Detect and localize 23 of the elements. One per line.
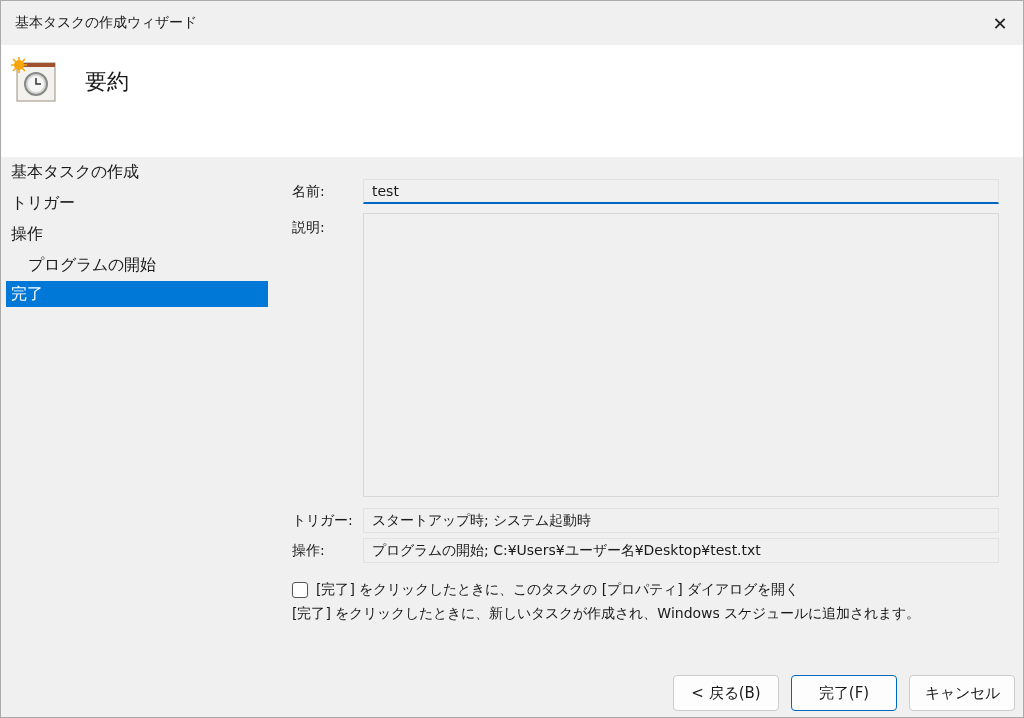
trigger-field: スタートアップ時; システム起動時 <box>363 508 999 533</box>
page-heading: 要約 <box>85 68 129 96</box>
field-label: トリガー: <box>292 511 354 530</box>
close-button[interactable]: ✕ <box>977 1 1023 45</box>
name-field[interactable]: test <box>363 179 999 204</box>
field-label: 操作: <box>292 541 326 560</box>
nav-step[interactable]: 操作 <box>6 219 268 250</box>
dialog-button[interactable]: < 戻る(B) <box>673 675 779 711</box>
description-field[interactable] <box>363 213 999 497</box>
nav-step[interactable]: 基本タスクの作成 <box>6 157 268 188</box>
field-label: 名前: <box>292 182 326 201</box>
checkbox-label: [完了] をクリックしたときに、このタスクの [プロパティ] ダイアログを開く <box>316 581 800 599</box>
action-field: プログラムの開始; C:¥Users¥ユーザー名¥Desktop¥test.txt <box>363 538 999 563</box>
task-clock-icon <box>11 57 57 103</box>
nav-step[interactable]: 完了 <box>6 281 268 307</box>
info-text: [完了] をクリックしたときに、新しいタスクが作成され、Windows スケジュールに追加されます。 <box>292 605 922 623</box>
field-label: 説明: <box>292 218 326 237</box>
dialog-button[interactable]: 完了(F) <box>791 675 897 711</box>
dialog-button[interactable]: キャンセル <box>909 675 1015 711</box>
window-title: 基本タスクの作成ウィザード <box>15 14 197 32</box>
nav-step[interactable]: プログラムの開始 <box>6 250 268 281</box>
nav-step[interactable]: トリガー <box>6 188 268 219</box>
checkbox[interactable] <box>292 582 308 598</box>
